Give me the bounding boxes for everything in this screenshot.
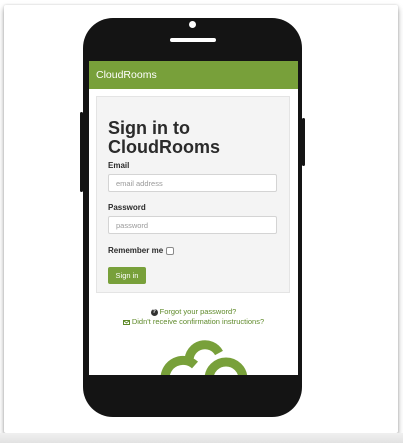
bottom-strip bbox=[0, 433, 403, 443]
password-input[interactable] bbox=[108, 216, 277, 234]
email-label: Email bbox=[108, 161, 130, 170]
password-label: Password bbox=[108, 203, 146, 212]
envelope-icon bbox=[122, 319, 130, 325]
question-circle-icon: ? bbox=[150, 308, 158, 316]
remember-me-checkbox[interactable] bbox=[166, 246, 175, 255]
phone-camera bbox=[189, 21, 196, 28]
phone-screen: CloudRooms Sign in to CloudRooms Email P… bbox=[89, 61, 298, 375]
phone-side-button-right bbox=[302, 118, 305, 166]
sign-in-button[interactable]: Sign in bbox=[108, 267, 146, 284]
forgot-password-text: Forgot your password? bbox=[159, 307, 237, 316]
cloudrooms-logo bbox=[160, 340, 247, 375]
signin-card: Sign in to CloudRooms Email Password Rem… bbox=[96, 96, 290, 293]
brand-link[interactable]: CloudRooms bbox=[96, 69, 157, 81]
confirmation-instructions-text: Didn't receive confirmation instructions… bbox=[131, 317, 265, 326]
forgot-password-link[interactable]: ? Forgot your password? bbox=[89, 307, 298, 317]
remember-me-label: Remember me bbox=[108, 246, 164, 255]
phone-speaker bbox=[170, 38, 216, 42]
confirmation-instructions-link[interactable]: Didn't receive confirmation instructions… bbox=[89, 317, 298, 327]
page-title: Sign in to CloudRooms bbox=[108, 118, 220, 157]
email-input[interactable] bbox=[108, 174, 277, 192]
navbar: CloudRooms bbox=[89, 61, 298, 89]
remember-me-row: Remember me bbox=[108, 246, 175, 255]
auth-links: ? Forgot your password? Didn't receive c… bbox=[89, 307, 298, 327]
